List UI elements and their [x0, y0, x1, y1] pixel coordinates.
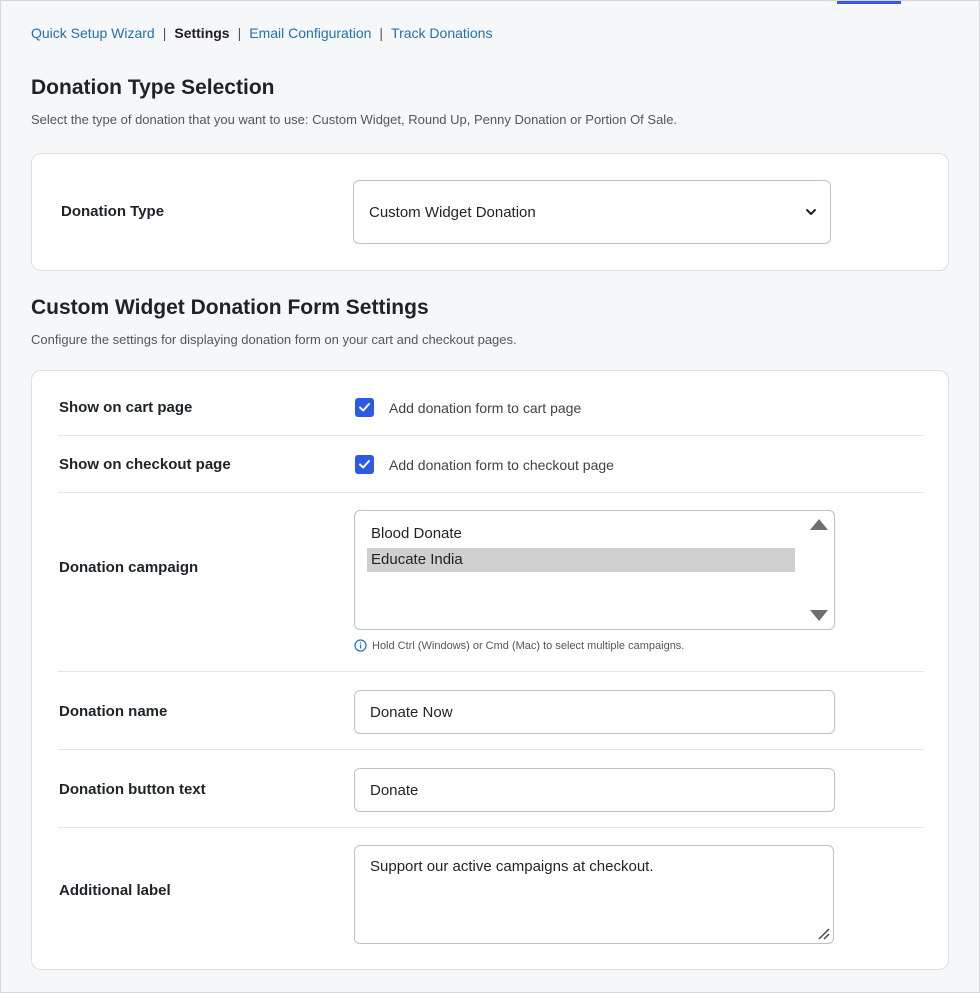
row-divider — [58, 749, 924, 750]
checkmark-icon — [359, 403, 370, 412]
donation-name-label: Donation name — [59, 703, 168, 720]
donation-type-description: Select the type of donation that you wan… — [31, 112, 678, 127]
scroll-up-arrow-icon[interactable] — [810, 519, 828, 530]
nav-separator: | — [379, 25, 384, 41]
donation-campaign-label: Donation campaign — [59, 559, 199, 576]
settings-subnav: Quick Setup Wizard | Settings | Email Co… — [31, 25, 492, 41]
info-icon — [354, 639, 367, 652]
donation-type-label: Donation Type — [61, 203, 165, 220]
nav-separator: | — [237, 25, 242, 41]
form-settings-title: Custom Widget Donation Form Settings — [31, 296, 429, 319]
donation-button-text-label: Donation button text — [59, 781, 206, 798]
donation-type-title: Donation Type Selection — [31, 76, 275, 99]
donation-type-selected-value: Custom Widget Donation — [369, 203, 536, 221]
additional-label-textarea[interactable]: Support our active campaigns at checkout… — [354, 845, 834, 944]
show-on-cart-checkbox-label[interactable]: Add donation form to cart page — [389, 400, 581, 416]
additional-label-label: Additional label — [59, 882, 171, 899]
donation-button-text-input[interactable]: Donate — [354, 768, 835, 812]
donation-type-card: Donation Type Custom Widget Donation — [31, 153, 949, 271]
nav-separator: | — [162, 25, 167, 41]
top-accent-bar — [837, 1, 901, 4]
donation-button-text-value: Donate — [370, 781, 419, 799]
row-divider — [58, 492, 924, 493]
form-settings-description: Configure the settings for displaying do… — [31, 332, 517, 347]
row-divider — [58, 435, 924, 436]
donation-campaign-listbox[interactable]: Blood Donate Educate India — [354, 510, 835, 630]
chevron-down-icon — [806, 209, 816, 215]
donation-name-value: Donate Now — [370, 703, 453, 721]
show-on-cart-label: Show on cart page — [59, 399, 193, 416]
form-settings-card: Show on cart page Add donation form to c… — [31, 370, 949, 970]
nav-email-configuration[interactable]: Email Configuration — [249, 25, 371, 41]
show-on-checkout-control: Add donation form to checkout page — [355, 455, 614, 474]
campaign-option-educate-india[interactable]: Educate India — [367, 548, 795, 572]
donation-type-select[interactable]: Custom Widget Donation — [353, 180, 831, 244]
show-on-checkout-checkbox-label[interactable]: Add donation form to checkout page — [389, 457, 614, 473]
show-on-cart-checkbox[interactable] — [355, 398, 374, 417]
campaign-option-blood-donate[interactable]: Blood Donate — [367, 522, 795, 546]
nav-settings-current[interactable]: Settings — [174, 25, 229, 41]
additional-label-value: Support our active campaigns at checkout… — [370, 858, 654, 875]
campaign-hint-text: Hold Ctrl (Windows) or Cmd (Mac) to sele… — [372, 639, 685, 652]
show-on-checkout-label: Show on checkout page — [59, 456, 231, 473]
show-on-cart-control: Add donation form to cart page — [355, 398, 581, 417]
donation-name-input[interactable]: Donate Now — [354, 690, 835, 734]
resize-handle-icon[interactable] — [815, 925, 831, 941]
campaign-hint: Hold Ctrl (Windows) or Cmd (Mac) to sele… — [354, 639, 684, 652]
row-divider — [58, 827, 924, 828]
checkmark-icon — [359, 460, 370, 469]
nav-quick-setup-wizard[interactable]: Quick Setup Wizard — [31, 25, 155, 41]
nav-track-donations[interactable]: Track Donations — [391, 25, 492, 41]
show-on-checkout-checkbox[interactable] — [355, 455, 374, 474]
scroll-down-arrow-icon[interactable] — [810, 610, 828, 621]
row-divider — [58, 671, 924, 672]
